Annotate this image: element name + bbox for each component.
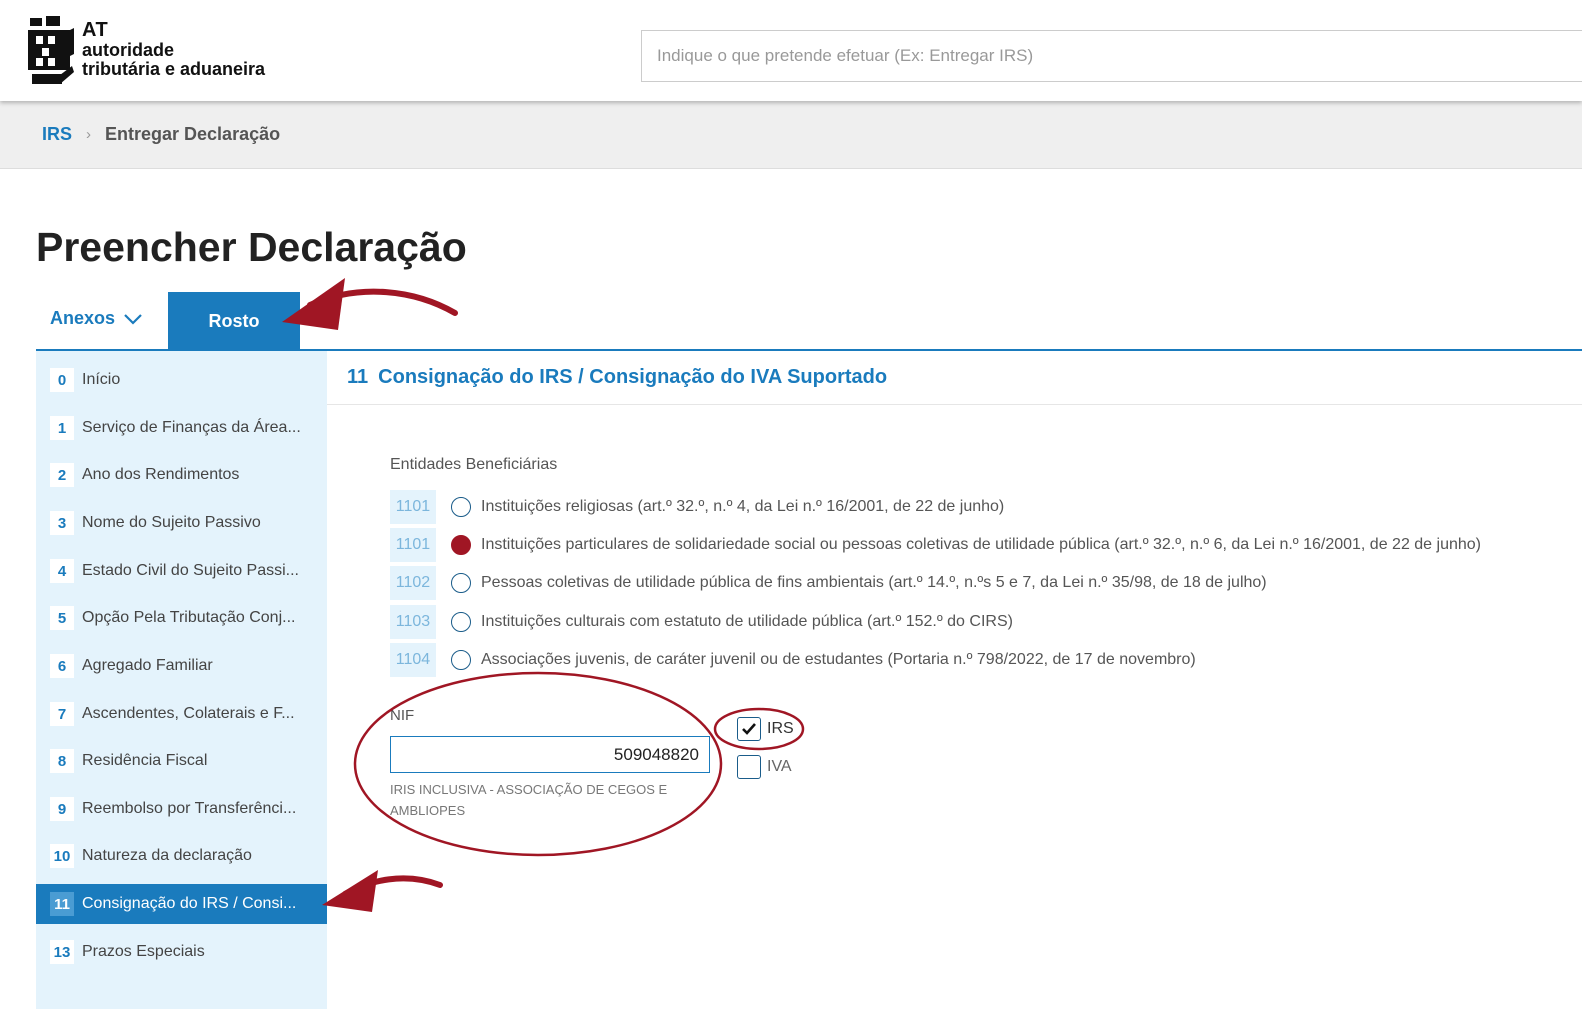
sidebar-item-estado-civil[interactable]: 4 Estado Civil do Sujeito Passi... <box>36 551 327 591</box>
option-code: 1103 <box>390 605 436 639</box>
sidebar: 0 Início 1 Serviço de Finanças da Área... … <box>36 351 327 1009</box>
sidebar-item-num: 2 <box>50 463 74 487</box>
sidebar-item-num: 4 <box>50 559 74 583</box>
checkbox-iva-label: IVA <box>767 758 792 775</box>
sidebar-item-label: Serviço de Finanças da Área... <box>82 419 301 436</box>
sidebar-item-num: 9 <box>50 797 74 821</box>
sidebar-item-num: 6 <box>50 654 74 678</box>
option-code: 1102 <box>390 566 436 600</box>
sidebar-item-nome-sujeito[interactable]: 3 Nome do Sujeito Passivo <box>36 503 327 543</box>
option-radio[interactable] <box>451 612 471 632</box>
breadcrumb-current: Entregar Declaração <box>105 124 281 144</box>
sidebar-item-label: Natureza da declaração <box>82 847 252 864</box>
chevron-right-icon: › <box>86 126 92 143</box>
option-code: 1101 <box>390 490 436 524</box>
at-logo[interactable]: AT autoridade tributária e aduaneira <box>26 14 265 90</box>
tab-rosto[interactable]: Rosto <box>168 292 300 350</box>
nif-input[interactable] <box>390 736 710 773</box>
sidebar-item-label: Consignação do IRS / Consi... <box>82 895 297 912</box>
sidebar-item-opcao-tributacao[interactable]: 5 Opção Pela Tributação Conj... <box>36 598 327 638</box>
sidebar-item-prazos[interactable]: 13 Prazos Especiais <box>36 932 327 972</box>
checkmark-icon <box>742 723 756 735</box>
breadcrumb-irs-link[interactable]: IRS <box>42 124 72 145</box>
option-radio-selected[interactable] <box>451 535 471 555</box>
sidebar-item-label: Reembolso por Transferênci... <box>82 800 297 817</box>
option-text: Associações juvenis, de caráter juvenil … <box>481 651 1196 668</box>
page-title: Preencher Declaração <box>36 224 467 270</box>
nif-entity-name: IRIS INCLUSIVA - ASSOCIAÇÃO DE CEGOS E A… <box>390 782 668 818</box>
nif-label: NIF <box>390 707 415 724</box>
checkbox-irs[interactable]: IRS <box>737 717 794 741</box>
sidebar-item-natureza[interactable]: 10 Natureza da declaração <box>36 836 327 876</box>
option-radio[interactable] <box>451 497 471 517</box>
sidebar-item-consignacao[interactable]: 11 Consignação do IRS / Consi... <box>36 884 327 924</box>
option-row[interactable]: 1102 Pessoas coletivas de utilidade públ… <box>390 566 1267 600</box>
option-text: Instituições religiosas (art.º 32.º, n.º… <box>481 498 1005 515</box>
option-code: 1101 <box>390 528 436 562</box>
option-code: 1104 <box>390 643 436 677</box>
chevron-down-icon <box>124 313 142 325</box>
sidebar-item-label: Ano dos Rendimentos <box>82 466 240 483</box>
option-radio[interactable] <box>451 573 471 593</box>
section-number: 11 <box>347 366 369 388</box>
tab-anexos[interactable]: Anexos <box>50 308 143 329</box>
sidebar-item-agregado[interactable]: 6 Agregado Familiar <box>36 646 327 686</box>
sidebar-item-num: 0 <box>50 368 74 392</box>
tab-anexos-label: Anexos <box>50 308 116 328</box>
sidebar-item-num: 11 <box>50 892 74 916</box>
sidebar-item-label: Prazos Especiais <box>82 943 205 960</box>
checkbox-iva[interactable]: IVA <box>737 755 792 779</box>
option-text: Instituições culturais com estatuto de u… <box>481 613 1013 630</box>
sidebar-item-residencia[interactable]: 8 Residência Fiscal <box>36 741 327 781</box>
option-text: Pessoas coletivas de utilidade pública d… <box>481 574 1267 591</box>
section-title-text: Consignação do IRS / Consignação do IVA … <box>378 366 888 388</box>
option-text: Instituições particulares de solidarieda… <box>481 536 1481 553</box>
sidebar-item-ascendentes[interactable]: 7 Ascendentes, Colaterais e F... <box>36 694 327 734</box>
sidebar-item-label: Estado Civil do Sujeito Passi... <box>82 562 299 579</box>
section-title: 11 Consignação do IRS / Consignação do IV… <box>347 366 887 389</box>
sidebar-item-reembolso[interactable]: 9 Reembolso por Transferênci... <box>36 789 327 829</box>
option-row[interactable]: 1101 Instituições particulares de solida… <box>390 528 1481 562</box>
portugal-shield-icon <box>28 16 74 84</box>
option-row[interactable]: 1101 Instituições religiosas (art.º 32.º… <box>390 490 1004 524</box>
sidebar-item-label: Opção Pela Tributação Conj... <box>82 609 296 626</box>
tab-rosto-label: Rosto <box>208 310 260 331</box>
sidebar-item-num: 13 <box>50 940 74 964</box>
arrow-annotation-icon <box>282 278 458 330</box>
logo-text: AT autoridade tributária e aduaneira <box>82 20 265 78</box>
sidebar-item-num: 8 <box>50 749 74 773</box>
breadcrumb: IRS › Entregar Declaração <box>0 101 1582 169</box>
entidades-label: Entidades Beneficiárias <box>390 456 558 473</box>
sidebar-item-label: Início <box>82 371 121 388</box>
checkbox-irs-label: IRS <box>767 720 794 737</box>
option-row[interactable]: 1104 Associações juvenis, de caráter juv… <box>390 643 1196 677</box>
checkbox-irs-box[interactable] <box>737 717 761 741</box>
logo-line2: tributária e aduaneira <box>82 59 266 79</box>
sidebar-item-label: Agregado Familiar <box>82 657 213 674</box>
section-divider <box>327 404 1582 405</box>
sidebar-item-num: 10 <box>50 844 74 868</box>
sidebar-item-ano-rendimentos[interactable]: 2 Ano dos Rendimentos <box>36 455 327 495</box>
checkbox-iva-box[interactable] <box>737 755 761 779</box>
search-placeholder: Indique o que pretende efetuar (Ex: Entr… <box>657 46 1034 65</box>
header: AT autoridade tributária e aduaneira Ind… <box>0 0 1582 101</box>
sidebar-item-label: Residência Fiscal <box>82 752 208 769</box>
option-radio[interactable] <box>451 650 471 670</box>
sidebar-item-num: 7 <box>50 702 74 726</box>
sidebar-item-num: 1 <box>50 416 74 440</box>
option-row[interactable]: 1103 Instituições culturais com estatuto… <box>390 605 1013 639</box>
logo-line1: autoridade <box>82 40 175 60</box>
sidebar-item-servico-financas[interactable]: 1 Serviço de Finanças da Área... <box>36 408 327 448</box>
search-input[interactable]: Indique o que pretende efetuar (Ex: Entr… <box>641 30 1582 82</box>
sidebar-item-label: Ascendentes, Colaterais e F... <box>82 705 295 722</box>
sidebar-item-num: 3 <box>50 511 74 535</box>
sidebar-item-inicio[interactable]: 0 Início <box>36 360 327 400</box>
arrow-annotation-icon <box>322 870 443 912</box>
sidebar-item-label: Nome do Sujeito Passivo <box>82 514 261 531</box>
logo-abbr: AT <box>82 19 109 41</box>
sidebar-item-num: 5 <box>50 606 74 630</box>
